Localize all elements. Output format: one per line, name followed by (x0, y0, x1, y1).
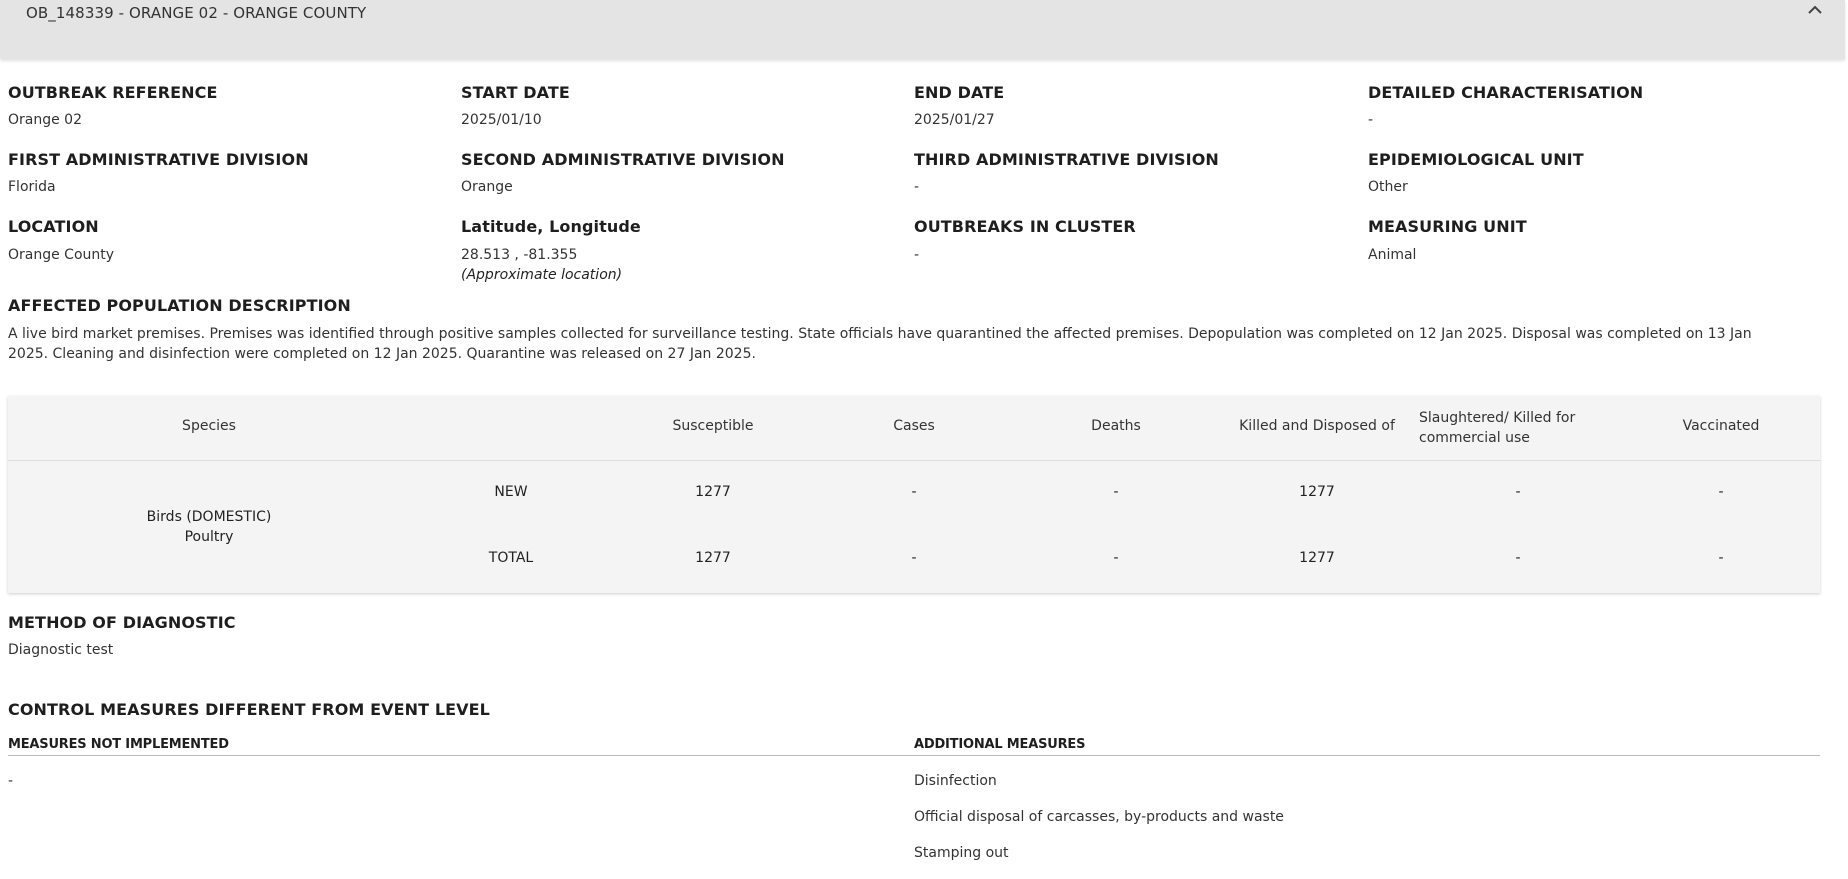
species-subtype: Poultry (184, 529, 234, 545)
row-type: TOTAL (488, 550, 534, 566)
measuring-unit-value: Animal (1368, 247, 1417, 263)
epidemiological-unit-value: Other (1368, 179, 1408, 195)
row-type: NEW (494, 484, 528, 500)
start-date-label: START DATE (461, 83, 570, 102)
th-susceptible: Susceptible (672, 418, 754, 434)
end-date-value: 2025/01/27 (914, 112, 995, 128)
epidemiological-unit-label: EPIDEMIOLOGICAL UNIT (1368, 150, 1584, 169)
outbreak-reference-label: OUTBREAK REFERENCE (8, 83, 218, 102)
first-admin-division-value: Florida (8, 179, 56, 195)
th-vaccinated: Vaccinated (1682, 418, 1760, 434)
cell-vaccinated: - (1718, 484, 1724, 500)
cell-susceptible: 1277 (695, 484, 731, 500)
cell-vaccinated: - (1718, 550, 1724, 566)
th-slaughtered: Slaughtered/ Killed for commercial use (1419, 408, 1575, 448)
cell-cases: - (911, 484, 917, 500)
outbreak-panel-header[interactable]: OB_148339 - ORANGE 02 - ORANGE COUNTY (0, 0, 1845, 59)
outbreaks-in-cluster-value: - (914, 247, 920, 263)
species-name: Birds (DOMESTIC) (146, 509, 272, 525)
additional-measures-label: ADDITIONAL MEASURES (914, 737, 1086, 752)
detailed-characterisation-value: - (1368, 112, 1374, 128)
th-slaughtered-line1: Slaughtered/ Killed for (1419, 410, 1576, 426)
measures-not-implemented-value: - (8, 773, 14, 789)
chevron-up-icon[interactable] (1806, 3, 1824, 17)
divider (8, 755, 914, 756)
lat-long-label: Latitude, Longitude (461, 217, 641, 236)
cell-deaths: - (1113, 484, 1119, 500)
species-cell: Birds (DOMESTIC) Poultry (147, 507, 272, 547)
outbreak-reference-value: Orange 02 (8, 112, 82, 128)
approximate-location-note: (Approximate location) (461, 267, 623, 283)
divider (914, 755, 1820, 756)
cell-susceptible: 1277 (695, 550, 731, 566)
th-slaughtered-line2: commercial use (1419, 430, 1530, 446)
th-cases: Cases (893, 418, 935, 434)
first-admin-division-label: FIRST ADMINISTRATIVE DIVISION (8, 150, 309, 169)
panel-title: OB_148339 - ORANGE 02 - ORANGE COUNTY (26, 4, 367, 22)
affected-population-text: A live bird market premises. Premises wa… (8, 326, 1752, 362)
control-measures-title: CONTROL MEASURES DIFFERENT FROM EVENT LE… (8, 700, 490, 719)
cell-deaths: - (1113, 550, 1119, 566)
cell-killed: 1277 (1299, 484, 1335, 500)
cell-killed: 1277 (1299, 550, 1335, 566)
location-label: LOCATION (8, 217, 99, 236)
additional-measure-item: Official disposal of carcasses, by-produ… (914, 809, 1284, 825)
cell-slaughtered: - (1515, 484, 1521, 500)
cell-cases: - (911, 550, 917, 566)
additional-measure-item: Stamping out (914, 845, 1009, 861)
species-table: Species Susceptible Cases Deaths Killed … (8, 396, 1820, 593)
outbreaks-in-cluster-label: OUTBREAKS IN CLUSTER (914, 217, 1136, 236)
table-header-divider (8, 460, 1820, 461)
location-value: Orange County (8, 247, 115, 263)
detailed-characterisation-label: DETAILED CHARACTERISATION (1368, 83, 1644, 102)
end-date-label: END DATE (914, 83, 1005, 102)
affected-population-label: AFFECTED POPULATION DESCRIPTION (8, 296, 351, 315)
start-date-value: 2025/01/10 (461, 112, 542, 128)
th-deaths: Deaths (1091, 418, 1141, 434)
th-killed-disposed: Killed and Disposed of (1239, 418, 1395, 434)
method-of-diagnostic-value: Diagnostic test (8, 642, 114, 658)
second-admin-division-label: SECOND ADMINISTRATIVE DIVISION (461, 150, 785, 169)
third-admin-division-label: THIRD ADMINISTRATIVE DIVISION (914, 150, 1219, 169)
th-species: Species (182, 418, 236, 434)
method-of-diagnostic-label: METHOD OF DIAGNOSTIC (8, 613, 236, 632)
measuring-unit-label: MEASURING UNIT (1368, 217, 1527, 236)
cell-slaughtered: - (1515, 550, 1521, 566)
third-admin-division-value: - (914, 179, 920, 195)
measures-not-implemented-label: MEASURES NOT IMPLEMENTED (8, 737, 229, 752)
additional-measure-item: Disinfection (914, 773, 997, 789)
second-admin-division-value: Orange (461, 179, 513, 195)
lat-long-value: 28.513 , -81.355 (461, 247, 578, 263)
